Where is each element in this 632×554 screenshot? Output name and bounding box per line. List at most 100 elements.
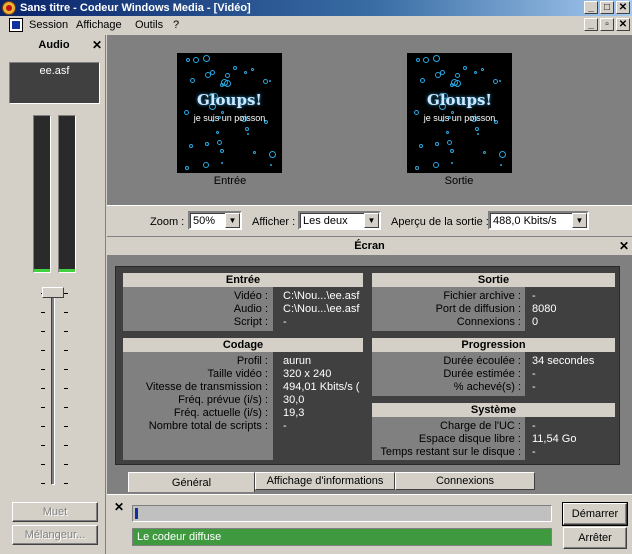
- tab-connexions[interactable]: Connexions: [395, 472, 535, 490]
- encoder-status-text: Le codeur diffuse: [132, 528, 552, 546]
- bubble: [220, 149, 224, 153]
- tab-affichage-informations[interactable]: Affichage d'informations: [255, 472, 395, 490]
- zoom-value: 50%: [193, 215, 216, 227]
- menu-outils[interactable]: Outils: [135, 18, 163, 32]
- video-toolbar: Zoom : 50% ▼ Afficher : Les deux ▼ Aperç…: [107, 205, 632, 235]
- maximize-button[interactable]: □: [600, 1, 614, 14]
- menu-affichage[interactable]: Affichage: [76, 18, 122, 32]
- bubble: [451, 79, 458, 86]
- output-video-title: Gloups!: [427, 91, 492, 109]
- fader-tick: [64, 350, 68, 351]
- audio-header: Audio: [38, 39, 70, 51]
- mixer-button[interactable]: Mélangeur...: [12, 525, 98, 545]
- bubble: [189, 144, 193, 148]
- fader-tick: [64, 388, 68, 389]
- volume-fader-track: [51, 288, 55, 485]
- volume-fader-handle[interactable]: [42, 287, 64, 298]
- fader-tick: [64, 369, 68, 370]
- document-icon[interactable]: [9, 18, 23, 32]
- bubble: [423, 57, 429, 63]
- progression-value: -: [532, 381, 536, 393]
- bubble: [499, 151, 506, 158]
- systeme-value: -: [532, 420, 536, 432]
- bubble: [221, 162, 223, 164]
- chevron-down-icon[interactable]: ▼: [572, 213, 587, 228]
- audio-source-file: ee.asf: [9, 62, 100, 104]
- bubble: [269, 80, 271, 82]
- progression-label: Durée écoulée :: [443, 355, 521, 367]
- audio-close-icon[interactable]: ✕: [92, 38, 102, 52]
- mute-button[interactable]: Muet: [12, 502, 98, 522]
- section-progression-title: Progression: [372, 338, 615, 352]
- fader-tick: [64, 445, 68, 446]
- input-video-subtitle: je suis un poisson: [193, 113, 266, 123]
- input-video-title: Gloups!: [197, 91, 262, 109]
- fader-tick: [64, 312, 68, 313]
- screen-close-icon[interactable]: ✕: [619, 239, 629, 253]
- fader-tick: [41, 350, 45, 351]
- entree-value: C:\Nou...\ee.asf: [283, 303, 360, 315]
- bubble: [447, 140, 452, 145]
- encoding-progress-bar: [132, 505, 552, 522]
- bubble: [221, 79, 228, 86]
- bubble: [499, 80, 501, 82]
- codage-value: 19,3: [283, 407, 305, 419]
- codage-value: 494,01 Kbits/s (: [283, 381, 360, 393]
- mdi-close-button[interactable]: ✕: [616, 18, 630, 31]
- zoom-label: Zoom :: [150, 216, 185, 228]
- section-codage: Codage Profil : aurun Taille vidéo : 320…: [123, 338, 363, 460]
- fader-tick: [41, 407, 45, 408]
- section-entree: Entrée Vidéo : C:\Nou...\ee.asf Audio : …: [123, 273, 363, 331]
- status-close-icon[interactable]: ✕: [114, 500, 124, 514]
- preview-select[interactable]: 488,0 Kbits/s ▼: [488, 211, 589, 230]
- sortie-value: 0: [532, 316, 539, 328]
- section-codage-title: Codage: [123, 338, 363, 352]
- bubble: [435, 72, 441, 78]
- systeme-label: Espace disque libre :: [418, 433, 521, 445]
- show-label: Afficher :: [252, 216, 296, 228]
- audio-panel: Audio ✕ ee.asf Muet Mélangeur...: [0, 35, 106, 554]
- sortie-label: Port de diffusion :: [435, 303, 521, 315]
- menu-session[interactable]: Session: [29, 18, 68, 32]
- section-entree-title: Entrée: [123, 273, 363, 287]
- chevron-down-icon[interactable]: ▼: [364, 213, 379, 228]
- systeme-label: Charge de l'UC :: [440, 420, 521, 432]
- menu-help[interactable]: ?: [173, 18, 179, 32]
- bubble: [446, 131, 449, 134]
- bubble: [193, 57, 199, 63]
- fader-tick: [41, 312, 45, 313]
- bubble: [225, 73, 230, 78]
- screen-panel-header: Écran ✕: [107, 236, 632, 256]
- fader-tick: [64, 293, 68, 294]
- fader-tick: [64, 331, 68, 332]
- entree-value: -: [283, 316, 287, 328]
- zoom-select[interactable]: 50% ▼: [188, 211, 242, 230]
- encoder-status-area: ✕ Le codeur diffuse Démarrer Arrêter: [107, 494, 632, 554]
- bubble: [186, 58, 190, 62]
- tab-general[interactable]: Général: [128, 472, 255, 492]
- title-bar: Sans titre - Codeur Windows Media - [Vid…: [0, 0, 632, 16]
- start-button[interactable]: Démarrer: [562, 502, 628, 526]
- section-sortie: Sortie Fichier archive : - Port de diffu…: [372, 273, 615, 331]
- chevron-down-icon[interactable]: ▼: [225, 213, 240, 228]
- mdi-minimize-button[interactable]: _: [584, 18, 598, 31]
- codage-label: Fréq. prévue (i/s) :: [178, 394, 268, 406]
- mdi-restore-button[interactable]: ▫: [600, 18, 614, 31]
- bubble: [247, 133, 249, 135]
- codage-label: Nombre total de scripts :: [148, 420, 268, 432]
- bubble: [244, 71, 247, 74]
- stop-button[interactable]: Arrêter: [563, 527, 627, 549]
- section-sortie-title: Sortie: [372, 273, 615, 287]
- bubble: [269, 151, 276, 158]
- close-button[interactable]: ✕: [616, 1, 630, 14]
- show-select[interactable]: Les deux ▼: [298, 211, 381, 230]
- fader-tick: [41, 445, 45, 446]
- codage-value: aurun: [283, 355, 312, 367]
- codage-label: Fréq. actuelle (i/s) :: [173, 407, 268, 419]
- vu-meter-right: [58, 115, 76, 273]
- preview-value: 488,0 Kbits/s: [493, 215, 557, 227]
- bubble: [190, 78, 195, 83]
- bubble: [475, 127, 479, 131]
- minimize-button[interactable]: _: [584, 1, 598, 14]
- bubble: [481, 68, 484, 71]
